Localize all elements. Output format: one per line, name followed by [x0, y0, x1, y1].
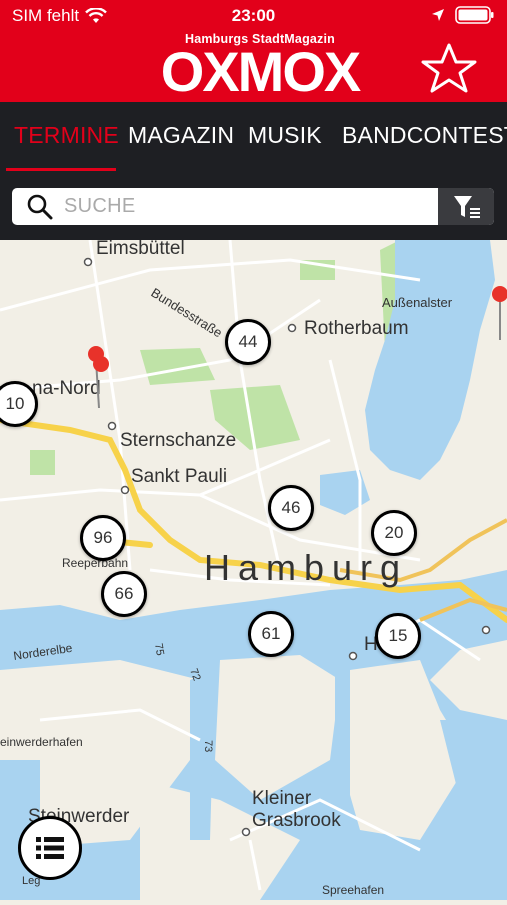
event-cluster[interactable]: 15: [375, 613, 421, 659]
map-label-rotherbaum: Rotherbaum: [304, 318, 409, 339]
map-label-sternschanze: Sternschanze: [120, 430, 236, 451]
event-cluster[interactable]: 66: [101, 571, 147, 617]
map-view[interactable]: Eimsbüttel Rotherbaum Bundesstraße na-No…: [0, 238, 507, 900]
map-label-road-75: 75: [152, 642, 166, 656]
main-tabs: TERMINE MAGAZIN MUSIK BANDCONTEST: [0, 102, 507, 172]
active-tab-indicator: [6, 168, 116, 171]
filter-button[interactable]: [438, 188, 494, 225]
map-label-hamburg: Hamburg: [204, 547, 408, 588]
event-cluster[interactable]: 20: [371, 510, 417, 556]
tab-magazin[interactable]: MAGAZIN: [128, 122, 234, 149]
map-label-altona-nord: na-Nord: [32, 378, 101, 399]
event-cluster[interactable]: 44: [225, 319, 271, 365]
filter-icon: [454, 196, 480, 218]
event-cluster[interactable]: 46: [268, 485, 314, 531]
tab-musik[interactable]: MUSIK: [248, 122, 322, 149]
tab-termine[interactable]: TERMINE: [14, 122, 119, 149]
battery-icon: [455, 6, 494, 24]
map-label-sankt-pauli: Sankt Pauli: [131, 466, 227, 487]
list-icon: [36, 837, 64, 859]
location-arrow-icon: [432, 9, 444, 21]
map-label-kleiner: Kleiner: [252, 788, 312, 809]
event-cluster[interactable]: 96: [80, 515, 126, 561]
map-label-eimsbuttel: Eimsbüttel: [96, 240, 185, 259]
oxmox-logo[interactable]: Hamburgs StadtMagazin OXMOX: [152, 32, 368, 103]
magnifier-icon: [27, 194, 53, 220]
app-header: Hamburgs StadtMagazin OXMOX: [0, 32, 507, 102]
logo-title: OXMOX: [160, 40, 361, 103]
search-bar: SUCHE: [0, 172, 507, 240]
map-label-road-73: 73: [202, 740, 214, 752]
event-cluster[interactable]: 61: [248, 611, 294, 657]
list-view-button[interactable]: [18, 816, 82, 880]
status-bar: SIM fehlt 23:00: [0, 0, 507, 32]
search-input[interactable]: SUCHE: [64, 195, 136, 218]
tab-bandcontest[interactable]: BANDCONTEST: [342, 122, 507, 149]
map-label-grasbrook: Grasbrook: [252, 810, 341, 831]
map-label-steinwerderhafen: einwerderhafen: [0, 735, 83, 749]
map-label-spreehafen: Spreehafen: [322, 883, 384, 897]
map-label-aussenalster: Außenalster: [382, 295, 453, 310]
star-icon[interactable]: [419, 42, 479, 94]
search-field[interactable]: SUCHE: [12, 188, 494, 225]
status-right: [431, 6, 495, 24]
